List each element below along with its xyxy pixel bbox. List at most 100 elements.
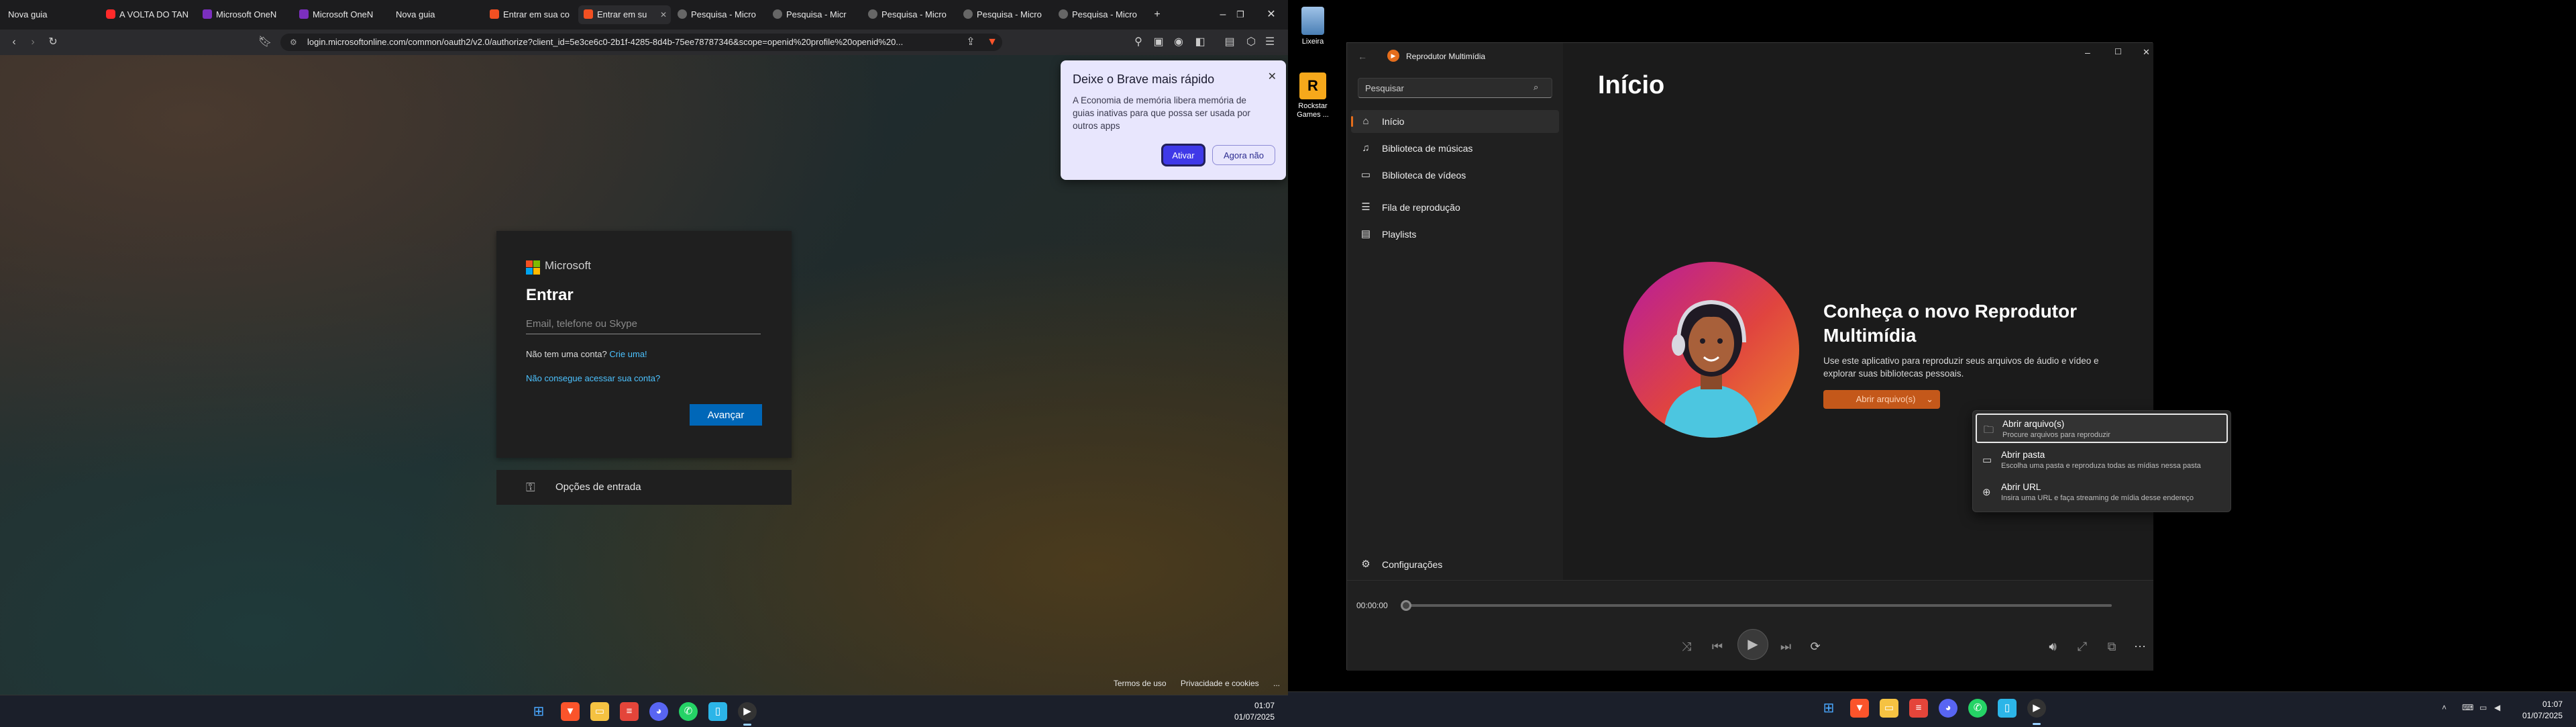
tab-4[interactable]: Nova guia — [390, 5, 484, 24]
extension-icon[interactable]: ⚲ — [1130, 34, 1147, 50]
next-icon[interactable]: ⏭︎ — [1774, 634, 1798, 659]
tab-8[interactable]: Pesquisa - Micr — [767, 5, 861, 24]
clock[interactable]: 01:07 01/07/2025 — [1221, 700, 1275, 723]
minimize-button[interactable]: – — [2085, 47, 2090, 58]
maximize-button[interactable]: ❐ — [1230, 7, 1250, 23]
tab-10[interactable]: Pesquisa - Micro — [958, 5, 1052, 24]
discord-icon[interactable]: ◕ — [649, 702, 668, 721]
app-icon[interactable]: ≡ — [1909, 699, 1928, 718]
nav-play-queue[interactable]: ☰ Fila de reprodução — [1351, 196, 1559, 219]
keyboard-icon[interactable]: ⌨ — [2462, 703, 2473, 712]
tab-1[interactable]: A VOLTA DO TAN — [101, 5, 195, 24]
play-button[interactable]: ▶ — [1737, 629, 1768, 660]
onenote-icon — [203, 9, 212, 19]
site-info-icon[interactable]: ⚙ — [290, 34, 297, 51]
bookmark-icon[interactable]: 🔖︎ — [256, 34, 274, 50]
rockstar-shortcut[interactable]: R Rockstar Games ... — [1289, 72, 1336, 119]
phone-link-icon[interactable]: ▯ — [708, 702, 727, 721]
create-account-link[interactable]: Crie uma! — [609, 349, 647, 359]
brave-icon[interactable]: ▼ — [561, 702, 580, 721]
chat-icon[interactable]: ◉ — [1170, 34, 1187, 50]
nav-playlists[interactable]: ▤ Playlists — [1351, 223, 1559, 246]
player-main: Início Conheça o novo Reprodutor Multimí… — [1563, 43, 2231, 580]
previous-icon[interactable]: ⏮︎ — [1705, 634, 1729, 659]
share-icon[interactable]: ⇪ — [962, 34, 979, 50]
media-player-window: ← ▶ ⌕ ⌂ Início ♫ Biblioteca de músicas ▭ Bi… — [1346, 42, 2231, 671]
file-explorer-icon[interactable]: ▭ — [590, 702, 609, 721]
discord-icon[interactable]: ◕ — [1939, 699, 1957, 718]
terms-link[interactable]: Termos de uso — [1114, 679, 1167, 688]
maximize-button[interactable]: ☐ — [2114, 47, 2122, 56]
back-arrow-icon[interactable]: ← — [1358, 51, 1367, 62]
menu-item-open-files[interactable]: 🗀︎ Abrir arquivo(s) Procure arquivos par… — [1976, 414, 2228, 443]
tab-5[interactable]: Entrar em sua co — [484, 5, 577, 24]
fullscreen-icon[interactable]: ⤢ — [2070, 634, 2094, 659]
close-icon[interactable]: ✕ — [1268, 70, 1277, 83]
tab-search-icon[interactable]: ▤ — [1221, 34, 1238, 50]
tab-11[interactable]: Pesquisa - Micro — [1053, 5, 1147, 24]
brave-shields-icon[interactable]: ▼ — [983, 34, 1001, 50]
shuffle-icon[interactable]: ⤨ — [1674, 634, 1699, 659]
tab-6-active[interactable]: Entrar em su ✕ — [578, 5, 671, 24]
sidebar-icon[interactable]: ◧ — [1191, 34, 1209, 50]
volume-icon[interactable]: 🔊︎ — [2041, 634, 2065, 659]
more-options-link[interactable]: ... — [1273, 679, 1280, 688]
whatsapp-icon[interactable]: ✆ — [679, 702, 698, 721]
open-files-button[interactable]: Abrir arquivo(s) ⌄ — [1823, 390, 1940, 409]
back-icon[interactable]: ‹ — [5, 34, 23, 50]
nav-settings[interactable]: ⚙ Configurações — [1351, 553, 1559, 576]
windows-start-icon[interactable]: ⊞ — [529, 702, 548, 721]
tab-7[interactable]: Pesquisa - Micro — [672, 5, 766, 24]
seek-bar[interactable] — [1405, 604, 2112, 607]
search-tab-icon — [868, 9, 877, 19]
whatsapp-icon[interactable]: ✆ — [1968, 699, 1987, 718]
tab-2[interactable]: Microsoft OneN — [197, 5, 291, 24]
next-button[interactable]: Avançar — [690, 404, 762, 426]
app-icon[interactable]: ≡ — [620, 702, 639, 721]
cant-access-link[interactable]: Não consegue acessar sua conta? — [526, 373, 660, 383]
search-icon[interactable]: ⌕ — [1534, 82, 1538, 93]
tab-9[interactable]: Pesquisa - Micro — [863, 5, 957, 24]
address-bar[interactable]: ⚙ login.microsoftonline.com/common/oauth… — [280, 34, 1002, 51]
seek-handle[interactable] — [1401, 600, 1411, 611]
new-tab-button[interactable]: + — [1147, 7, 1167, 23]
email-field[interactable] — [526, 314, 761, 334]
menu-item-open-folder[interactable]: ▭ Abrir pasta Escolha uma pasta e reprod… — [1976, 446, 2228, 475]
phone-link-icon[interactable]: ▯ — [1998, 699, 2017, 718]
tab-3[interactable]: Microsoft OneN — [294, 5, 388, 24]
signin-options-button[interactable]: ⚿ Opções de entrada — [496, 470, 792, 505]
repeat-icon[interactable]: ⟳ — [1803, 634, 1827, 659]
network-icon[interactable]: ▭ — [2479, 703, 2487, 712]
mini-player-icon[interactable]: ⧉ — [2100, 634, 2124, 659]
tab-0[interactable]: Nova guia — [3, 5, 103, 24]
media-player-icon[interactable]: ▶ — [738, 702, 757, 721]
privacy-link[interactable]: Privacidade e cookies — [1181, 679, 1259, 688]
media-player-icon[interactable]: ▶ — [2027, 699, 2046, 718]
more-options-icon[interactable]: ⋯ — [2128, 634, 2152, 659]
reload-icon[interactable]: ↻ — [44, 34, 62, 50]
volume-tray-icon[interactable]: ◀ — [2494, 703, 2500, 712]
recycle-bin-shortcut[interactable]: Lixeira — [1289, 7, 1336, 46]
url-text: login.microsoftonline.com/common/oauth2/… — [307, 37, 904, 47]
enable-button[interactable]: Ativar — [1161, 144, 1205, 166]
nav-video-library[interactable]: ▭ Biblioteca de vídeos — [1351, 164, 1559, 187]
wallet-icon[interactable]: ▣ — [1150, 34, 1167, 50]
close-window-button[interactable]: ✕ — [1261, 7, 1281, 23]
menu-icon[interactable]: ☰ — [1261, 34, 1279, 50]
nav-music-library[interactable]: ♫ Biblioteca de músicas — [1351, 137, 1559, 160]
vpn-icon[interactable]: ⬡ — [1242, 34, 1260, 50]
forward-icon[interactable]: › — [24, 34, 42, 50]
player-sidebar: ← ▶ ⌕ ⌂ Início ♫ Biblioteca de músicas ▭ Bi… — [1347, 43, 1563, 580]
not-now-button[interactable]: Agora não — [1212, 145, 1275, 165]
search-input[interactable] — [1358, 78, 1552, 98]
chevron-up-icon[interactable]: ˄ — [2442, 703, 2447, 712]
close-button[interactable]: ✕ — [2143, 47, 2150, 58]
nav-home[interactable]: ⌂ Início — [1351, 110, 1559, 133]
file-explorer-icon[interactable]: ▭ — [1880, 699, 1898, 718]
clock[interactable]: 01:07 01/07/2025 — [2509, 699, 2563, 722]
home-icon: ⌂ — [1362, 115, 1369, 127]
brave-icon[interactable]: ▼ — [1850, 699, 1869, 718]
close-tab-icon[interactable]: ✕ — [660, 5, 667, 24]
windows-start-icon[interactable]: ⊞ — [1819, 699, 1838, 718]
menu-item-open-url[interactable]: ⊕ Abrir URL Insira uma URL e faça stream… — [1976, 478, 2228, 507]
